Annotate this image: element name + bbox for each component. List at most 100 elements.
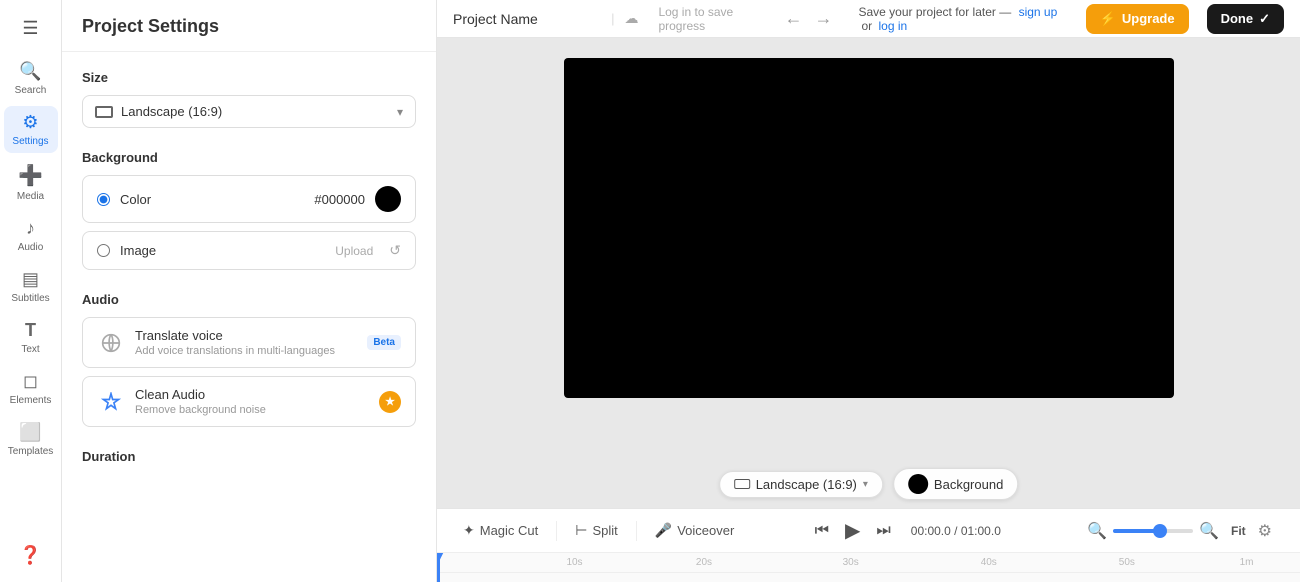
playback-controls: ⏮ ▶ ⏭ 00:00.0 / 01:00.0: [748, 514, 1071, 547]
timeline-settings-icon[interactable]: ⚙: [1258, 521, 1272, 541]
add-icon: ＋: [782, 578, 795, 582]
sidebar-label-media: Media: [17, 191, 44, 202]
ruler-1m: 1m: [1240, 557, 1254, 568]
playhead: [437, 553, 440, 582]
undo-redo-controls: ← →: [781, 4, 837, 33]
landscape-pill-icon: [734, 479, 750, 489]
voiceover-button[interactable]: 🎤 Voiceover: [645, 517, 745, 544]
fit-button[interactable]: Fit: [1225, 521, 1252, 541]
background-refresh-icon[interactable]: ↺: [389, 242, 401, 259]
size-chevron-icon: ▾: [397, 105, 403, 119]
upgrade-button[interactable]: ⚡ Upgrade: [1086, 4, 1189, 34]
audio-section-label: Audio: [82, 292, 416, 307]
play-button[interactable]: ▶: [841, 514, 864, 547]
elements-icon: ◻: [23, 371, 38, 392]
sidebar-item-settings[interactable]: ⚙ Settings: [4, 106, 58, 153]
magic-cut-button[interactable]: ✦ Magic Cut: [453, 517, 548, 544]
sidebar-item-search[interactable]: 🔍 Search: [4, 55, 58, 102]
text-icon: T: [25, 320, 36, 341]
done-button[interactable]: Done ✓: [1207, 4, 1284, 34]
current-time: 00:00.0 / 01:00.0: [911, 524, 1001, 538]
background-color-circle[interactable]: [375, 186, 401, 212]
redo-button[interactable]: →: [811, 4, 837, 33]
split-button[interactable]: ⊢ Split: [565, 517, 628, 544]
background-image-radio[interactable]: [97, 244, 110, 257]
background-color-label: Color: [120, 192, 151, 207]
voiceover-icon: 🎤: [655, 522, 672, 539]
ruler-40s: 40s: [981, 557, 997, 568]
background-color-radio[interactable]: [97, 193, 110, 206]
zoom-slider[interactable]: [1113, 529, 1193, 533]
toolbar-row: ✦ Magic Cut ⊢ Split 🎤 Voiceover ⏮ ▶ ⏭ 00…: [437, 509, 1300, 553]
undo-button[interactable]: ←: [781, 4, 807, 33]
ruler-20s: 20s: [696, 557, 712, 568]
pro-badge: ★: [379, 391, 401, 413]
cloud-icon: ☁: [624, 10, 638, 27]
ruler-30s: 30s: [843, 557, 859, 568]
timeline-track[interactable]: 10s 20s 30s 40s 50s 1m ＋ + Add media to …: [437, 553, 1300, 582]
settings-panel-title: Project Settings: [82, 16, 219, 36]
split-icon: ⊢: [575, 522, 587, 539]
background-pill[interactable]: Background: [893, 468, 1018, 500]
done-label: Done: [1221, 11, 1254, 26]
background-section: Background Color #000000 Image Upload ↺: [82, 150, 416, 270]
bottom-bar: ✦ Magic Cut ⊢ Split 🎤 Voiceover ⏮ ▶ ⏭ 00…: [437, 508, 1300, 582]
sidebar-label-audio: Audio: [18, 242, 44, 253]
sidebar-item-media[interactable]: ➕ Media: [4, 157, 58, 208]
clean-audio-desc: Remove background noise: [135, 404, 369, 416]
sidebar-item-help[interactable]: ❓: [4, 539, 58, 572]
timeline-ruler: 10s 20s 30s 40s 50s 1m: [437, 553, 1300, 573]
sidebar-item-subtitles[interactable]: ▤ Subtitles: [4, 263, 58, 310]
split-label: Split: [592, 523, 617, 538]
upgrade-label: Upgrade: [1122, 11, 1175, 26]
background-pill-label: Background: [934, 477, 1003, 492]
size-section-label: Size: [82, 70, 416, 85]
sign-up-link[interactable]: sign up: [1019, 5, 1058, 19]
zoom-out-icon[interactable]: 🔍: [1087, 521, 1107, 541]
audio-icon: ♪: [26, 218, 35, 239]
background-color-option[interactable]: Color #000000: [82, 175, 416, 223]
background-color-value: #000000: [314, 192, 365, 207]
clean-audio-text: Clean Audio Remove background noise: [135, 387, 369, 416]
translate-voice-title: Translate voice: [135, 328, 357, 343]
help-icon: ❓: [19, 545, 41, 566]
background-image-option[interactable]: Image Upload ↺: [82, 231, 416, 270]
clean-audio-icon: [97, 388, 125, 416]
background-upload-button[interactable]: Upload: [335, 244, 373, 258]
duration-section: Duration: [82, 449, 416, 464]
sidebar-item-templates[interactable]: ⬜ Templates: [4, 416, 58, 463]
sidebar-item-elements[interactable]: ◻ Elements: [4, 365, 58, 412]
add-media-area[interactable]: ＋ + Add media to this project: [437, 573, 1300, 582]
clean-audio-item[interactable]: Clean Audio Remove background noise ★: [82, 376, 416, 427]
sidebar-label-settings: Settings: [12, 136, 48, 147]
done-check-icon: ✓: [1259, 11, 1270, 27]
sidebar-item-text[interactable]: T Text: [4, 314, 58, 361]
settings-panel-header: Project Settings: [62, 0, 436, 52]
project-name-input[interactable]: [453, 11, 601, 27]
sidebar-item-audio[interactable]: ♪ Audio: [4, 212, 58, 259]
sidebar-label-templates: Templates: [8, 446, 54, 457]
size-selected-value: Landscape (16:9): [121, 104, 222, 119]
background-pill-color: [908, 474, 928, 494]
sidebar-label-subtitles: Subtitles: [11, 293, 49, 304]
size-dropdown[interactable]: Landscape (16:9) ▾: [82, 95, 416, 128]
sidebar-label-elements: Elements: [10, 395, 52, 406]
settings-panel-body: Size Landscape (16:9) ▾ Background Color…: [62, 52, 436, 582]
zoom-slider-container: [1113, 529, 1193, 533]
fast-forward-button[interactable]: ⏭: [872, 518, 894, 544]
magic-cut-icon: ✦: [463, 522, 475, 539]
settings-icon: ⚙: [22, 112, 38, 133]
translate-voice-item[interactable]: Translate voice Add voice translations i…: [82, 317, 416, 368]
landscape-pill[interactable]: Landscape (16:9) ▾: [719, 471, 883, 498]
log-in-link[interactable]: log in: [879, 19, 908, 33]
media-icon: ➕: [18, 163, 43, 188]
rewind-button[interactable]: ⏮: [811, 518, 833, 544]
zoom-in-icon[interactable]: 🔍: [1199, 521, 1219, 541]
beta-badge: Beta: [367, 335, 401, 350]
duration-section-label: Duration: [82, 449, 416, 464]
menu-icon[interactable]: ☰: [14, 10, 46, 47]
voiceover-label: Voiceover: [677, 523, 734, 538]
timeline-area: 10s 20s 30s 40s 50s 1m ＋ + Add media to …: [437, 553, 1300, 582]
landscape-chevron-icon: ▾: [863, 479, 868, 490]
translate-voice-icon: [97, 329, 125, 357]
